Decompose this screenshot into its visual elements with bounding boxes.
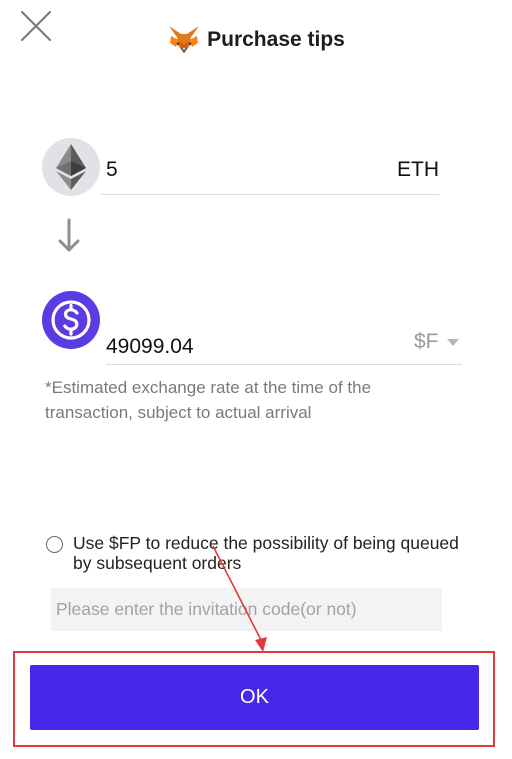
use-fp-label[interactable]: Use $FP to reduce the possibility of bei… <box>73 533 463 573</box>
use-fp-radio[interactable] <box>46 536 63 553</box>
exchange-rate-note: *Estimated exchange rate at the time of … <box>45 378 372 422</box>
pay-amount-underline <box>101 194 439 195</box>
dollar-coin <box>42 291 100 349</box>
chevron-down-icon <box>446 338 459 346</box>
dollar-coin-icon <box>51 300 91 340</box>
annotation-highlight-box <box>13 651 495 747</box>
receive-amount: 49099.04 <box>106 335 194 358</box>
fox-logo-icon <box>169 26 200 53</box>
page-title: Purchase tips <box>207 28 345 51</box>
eth-coin <box>42 138 100 196</box>
pay-amount[interactable]: 5 <box>106 158 118 182</box>
pay-unit: ETH <box>397 158 439 181</box>
purchase-tips-dialog: Purchase tips 5 ETH 49099.04 $F *Estimat… <box>0 0 512 759</box>
invitation-code-input[interactable] <box>51 588 442 631</box>
receive-amount-underline <box>106 364 462 365</box>
header: Purchase tips <box>0 20 512 60</box>
receive-unit-label: $F <box>414 330 439 353</box>
arrow-down-icon <box>58 218 80 252</box>
receive-unit-select[interactable]: $F <box>414 330 459 354</box>
ethereum-icon <box>56 144 86 190</box>
